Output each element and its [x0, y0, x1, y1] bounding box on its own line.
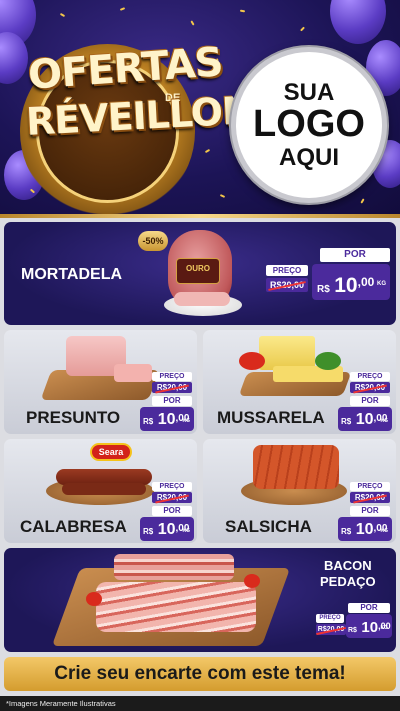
product-name: CALABRESA [20, 517, 127, 536]
balloon-decoration [330, 0, 386, 44]
product-name: PRESUNTO [26, 408, 121, 427]
header-gold-divider [0, 214, 400, 218]
confetti [59, 12, 66, 18]
new-price: R$ 10,00 KG [140, 407, 194, 431]
por-label: POR [320, 248, 390, 262]
herb-garnish [315, 352, 341, 370]
old-price: R$20,00 [152, 492, 192, 503]
mortadela-slices [174, 292, 230, 306]
new-price: R$ 10,00 KG [140, 517, 194, 541]
preco-label: PREÇO [350, 372, 390, 381]
new-price: R$ 10,00 KG [312, 264, 390, 300]
tomato-garnish [86, 592, 102, 606]
logo-placeholder[interactable]: SUA LOGO AQUI [231, 47, 387, 203]
preco-label: PREÇO [316, 614, 344, 623]
presunto-slices [114, 364, 152, 382]
new-price: R$ 10,00 KG [338, 407, 392, 431]
preco-label: PREÇO [152, 482, 192, 491]
product-card-bacon[interactable]: BACON PEDAÇO PREÇO R$20,00 POR R$ 10,00 … [4, 548, 396, 652]
disclaimer-text: *Imagens Meramente Ilustrativas [0, 696, 400, 711]
product-card-mussarela[interactable]: MUSSARELA PREÇO R$20,00 POR R$ 10,00 KG [203, 330, 396, 434]
preco-label: PREÇO [350, 482, 390, 491]
old-price: R$20,00 [350, 492, 390, 503]
por-label: POR [152, 506, 192, 516]
old-price: R$20,00 [266, 278, 308, 292]
preco-label: PREÇO [266, 265, 308, 276]
cta-banner[interactable]: Crie seu encarte com este tema! [4, 657, 396, 691]
seara-logo: Seara [90, 443, 132, 461]
confetti [190, 20, 195, 26]
bacon-slices [96, 582, 256, 632]
old-price: R$20,00 [152, 382, 192, 393]
preco-label: PREÇO [152, 372, 192, 381]
logo-text-logo: LOGO [253, 103, 365, 146]
salsicha-image [253, 445, 339, 489]
tomato [239, 352, 265, 370]
new-price: R$ 10,00 KG [338, 517, 392, 541]
por-label: POR [348, 603, 390, 613]
confetti [219, 194, 226, 198]
product-name: MUSSARELA [217, 408, 325, 427]
mortadela-brand: OURO [186, 264, 210, 273]
title-ofertas: OFERTAS [26, 39, 224, 99]
confetti [360, 198, 365, 204]
bacon-image [114, 554, 234, 580]
confetti [239, 9, 246, 13]
confetti [119, 7, 126, 11]
por-label: POR [350, 506, 390, 516]
product-name-line2: PEDAÇO [320, 574, 376, 589]
confetti [300, 26, 305, 32]
tomato-garnish [244, 574, 260, 588]
por-label: POR [152, 396, 192, 406]
product-card-presunto[interactable]: PRESUNTO PREÇO R$20,00 POR R$ 10,00 KG [4, 330, 197, 434]
product-card-salsicha[interactable]: SALSICHA PREÇO R$20,00 POR R$ 10,00 KG [203, 439, 396, 543]
logo-text-sua: SUA [283, 78, 335, 106]
header-banner: OFERTAS DE RÉVEILLON SUA LOGO AQUI [0, 0, 400, 214]
product-card-mortadela[interactable]: MORTADELA OURO PREÇO R$20,00 POR R$ 10,0… [4, 222, 396, 325]
calabresa-image-2 [62, 483, 146, 495]
new-price: R$ 10,00 KG [346, 614, 392, 638]
mussarela-image [259, 336, 315, 370]
por-label: POR [350, 396, 390, 406]
old-price: R$20,00 [316, 624, 346, 635]
product-name-line1: BACON [324, 558, 372, 573]
confetti [204, 148, 211, 154]
old-price: R$20,00 [350, 382, 390, 393]
discount-badge: -50% [138, 231, 168, 251]
product-name: SALSICHA [225, 517, 312, 536]
product-card-calabresa[interactable]: Seara CALABRESA PREÇO R$20,00 POR R$ 10,… [4, 439, 197, 543]
product-name: MORTADELA [21, 266, 123, 283]
logo-text-aqui: AQUI [279, 143, 339, 171]
